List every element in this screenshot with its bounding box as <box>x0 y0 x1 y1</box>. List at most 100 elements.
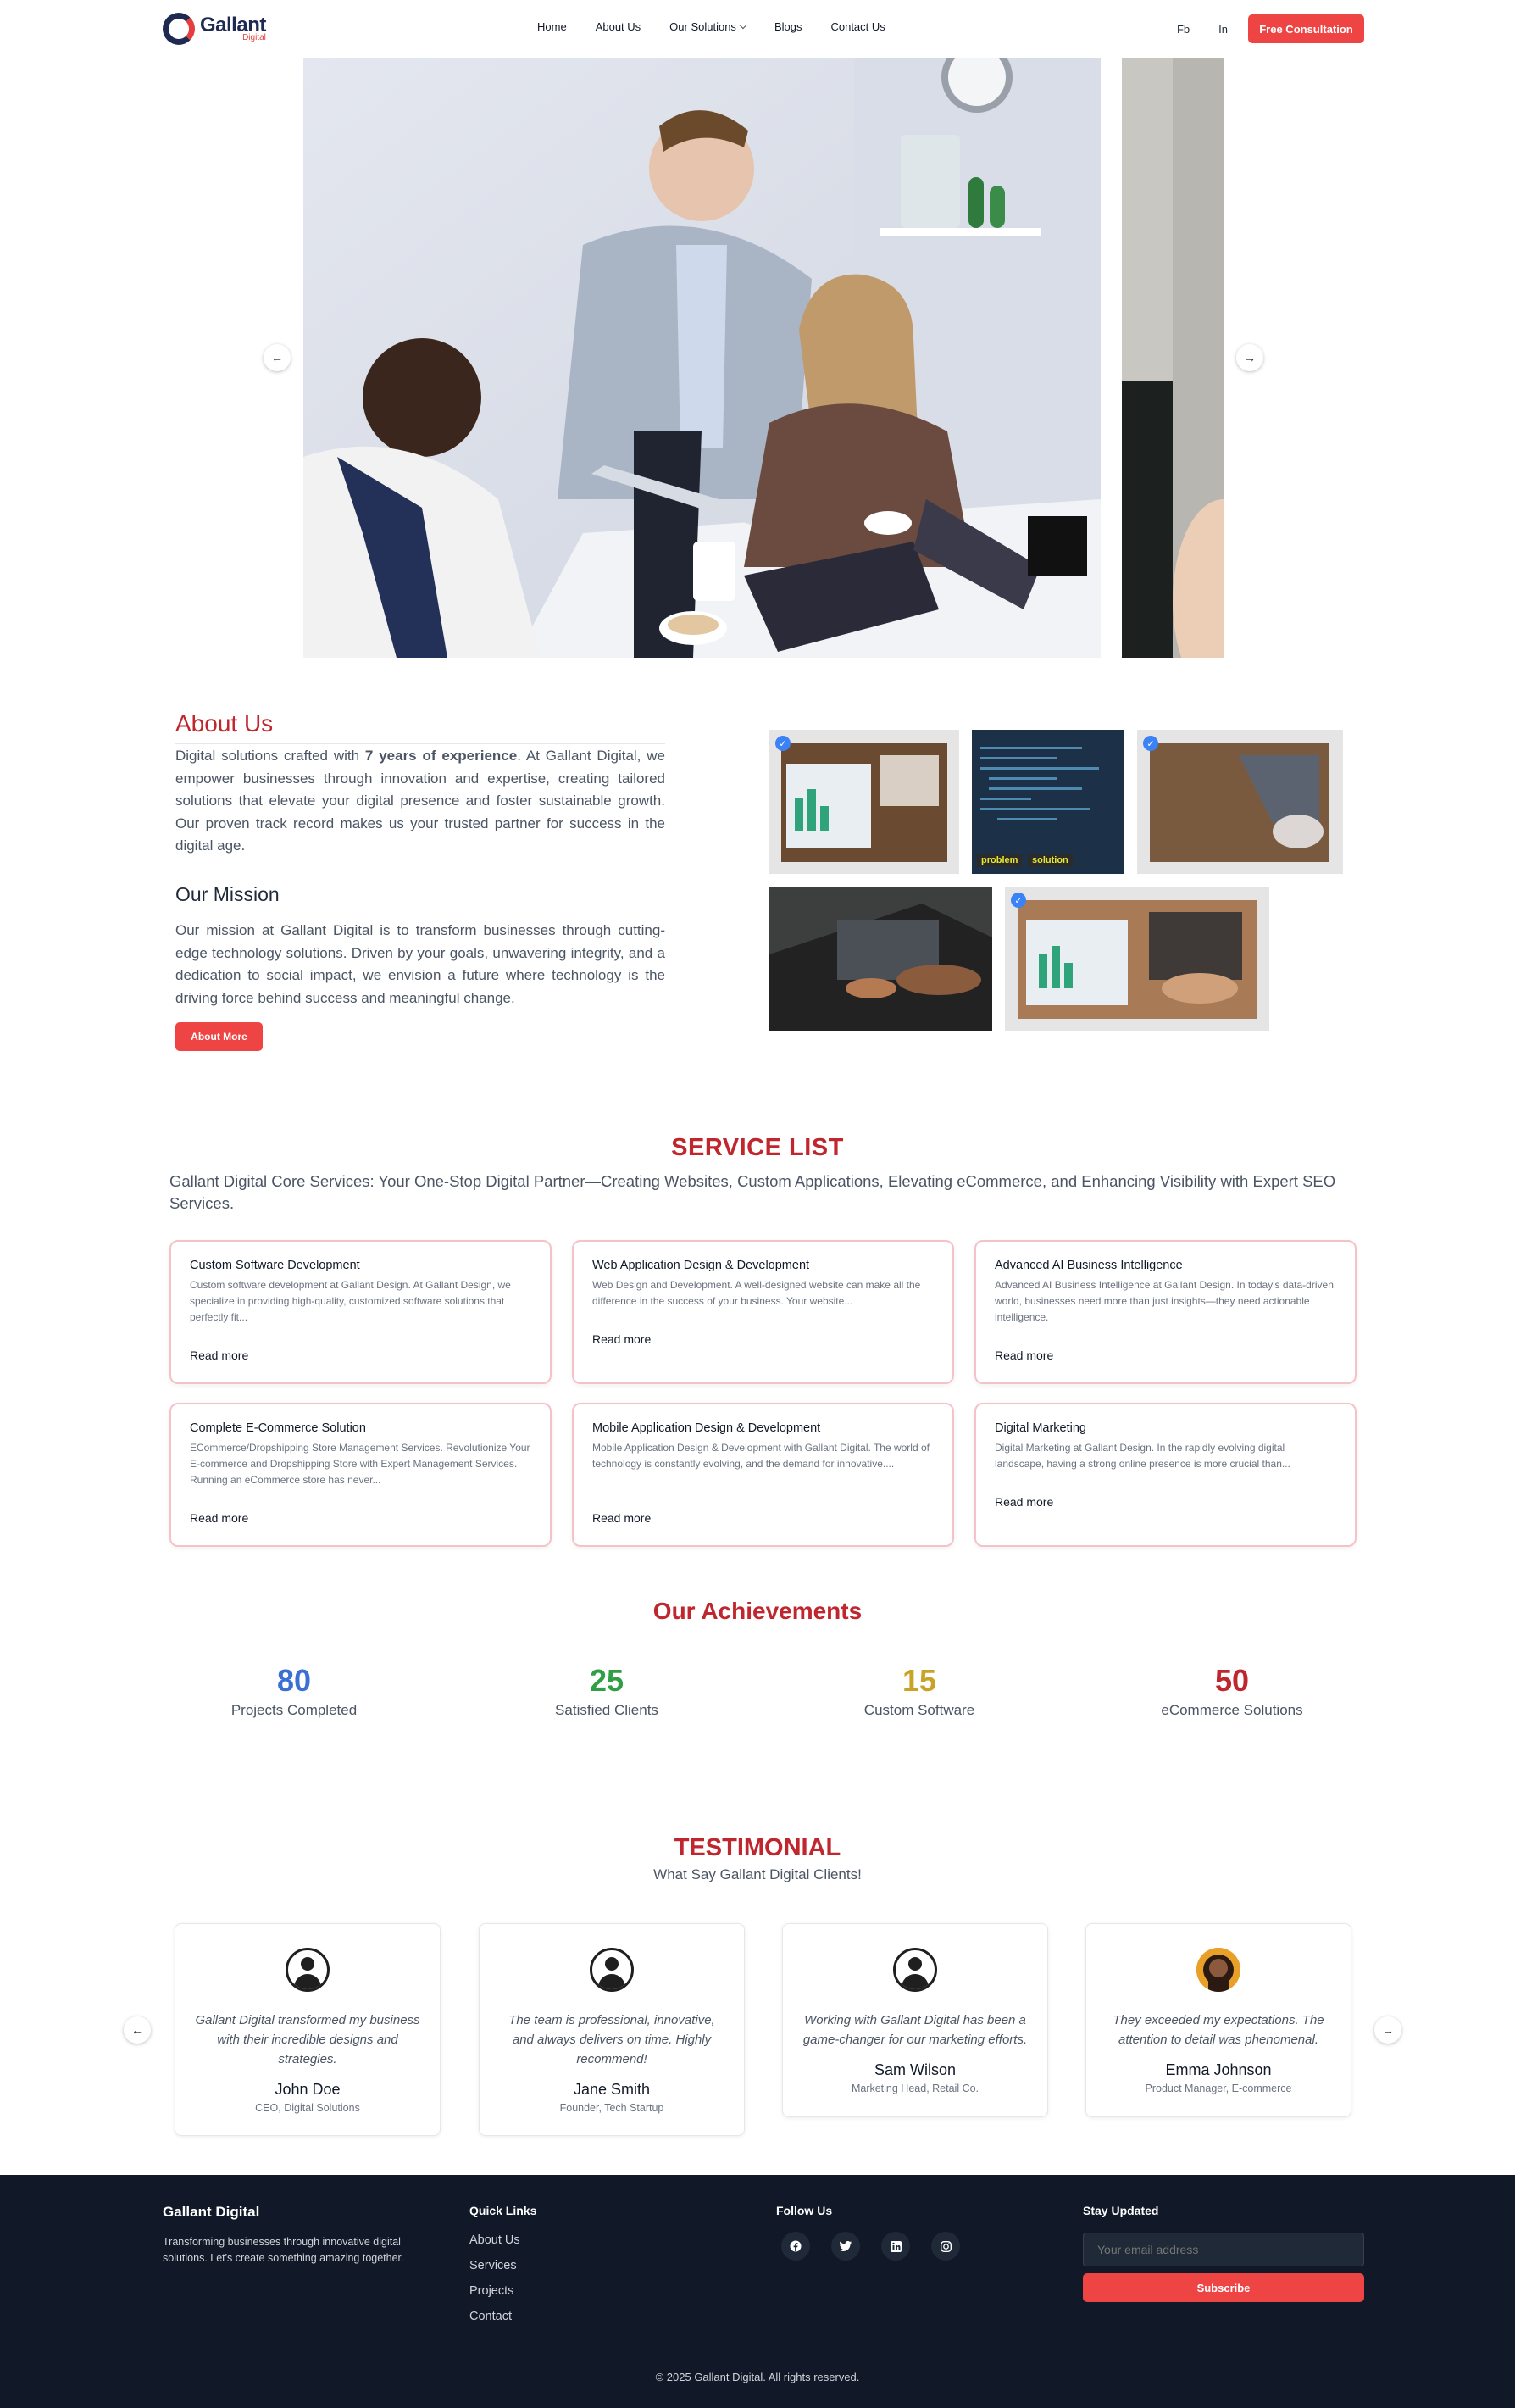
gallery-image-1[interactable]: ✓ <box>769 730 959 874</box>
read-more-link[interactable]: Read more <box>995 1495 1053 1509</box>
stat-projects-completed: 80 Projects Completed <box>167 1663 421 1719</box>
service-card-title: Complete E-Commerce Solution <box>190 1421 366 1435</box>
read-more-link[interactable]: Read more <box>190 1349 248 1362</box>
brand-logo[interactable]: Gallant Digital <box>163 12 266 46</box>
service-card-desc: Digital Marketing at Gallant Design. In … <box>995 1442 1290 1470</box>
stat-value: 50 <box>1214 1663 1250 1698</box>
stay-updated-title: Stay Updated <box>1083 2204 1159 2217</box>
gallery-image-3[interactable]: ✓ <box>1137 730 1343 874</box>
linkedin-link[interactable]: In <box>1218 23 1228 36</box>
logo-mark-icon <box>163 13 195 45</box>
about-text-bold: 7 years of experience <box>364 748 518 764</box>
chevron-down-icon <box>739 21 747 30</box>
hero-prev-arrow-icon[interactable]: ← <box>264 344 291 371</box>
testimonial-name: Jane Smith <box>573 2081 651 2098</box>
service-card[interactable]: Advanced AI Business Intelligence Advanc… <box>974 1240 1357 1384</box>
free-consultation-button[interactable]: Free Consultation <box>1248 14 1364 43</box>
service-card[interactable]: Complete E-Commerce Solution ECommerce/D… <box>169 1403 552 1547</box>
testimonial-prev-arrow-icon[interactable]: ← <box>124 2016 151 2044</box>
linkedin-icon[interactable] <box>881 2232 910 2261</box>
nav-home[interactable]: Home <box>537 20 567 33</box>
hero-next-slide-image <box>1122 58 1224 658</box>
footer-link-projects[interactable]: Projects <box>469 2284 513 2298</box>
check-badge-icon: ✓ <box>1011 893 1026 908</box>
solution-tag: solution <box>1028 854 1073 867</box>
email-input[interactable] <box>1083 2233 1364 2266</box>
read-more-link[interactable]: Read more <box>190 1511 248 1525</box>
testimonial-quote: The team is professional, innovative, an… <box>508 2013 715 2066</box>
stat-label: Projects Completed <box>230 1702 358 1718</box>
stat-value: 80 <box>276 1663 312 1698</box>
read-more-link[interactable]: Read more <box>592 1332 651 1346</box>
testimonial-subtitle: What Say Gallant Digital Clients! <box>653 1866 862 1882</box>
stat-value: 25 <box>589 1663 624 1698</box>
instagram-icon[interactable] <box>931 2232 960 2261</box>
about-more-button[interactable]: About More <box>175 1022 263 1051</box>
footer-link-about-us[interactable]: About Us <box>469 2233 520 2247</box>
service-card[interactable]: Web Application Design & Development Web… <box>572 1240 954 1384</box>
nav-about-us[interactable]: About Us <box>596 20 641 33</box>
read-more-link[interactable]: Read more <box>995 1349 1053 1362</box>
stat-label: eCommerce Solutions <box>1161 1702 1303 1718</box>
testimonial-role: Product Manager, E-commerce <box>1145 2083 1292 2094</box>
stat-ecommerce-solutions: 50 eCommerce Solutions <box>1105 1663 1359 1719</box>
testimonial-card: Working with Gallant Digital has been a … <box>782 1923 1048 2117</box>
services-title: SERVICE LIST <box>671 1134 844 1161</box>
user-avatar-icon <box>286 1948 330 1992</box>
testimonial-card: Gallant Digital transformed my business … <box>175 1923 441 2136</box>
testimonial-name: Sam Wilson <box>874 2061 957 2078</box>
hero-next-arrow-icon[interactable]: → <box>1236 344 1263 371</box>
follow-us-title: Follow Us <box>776 2204 833 2217</box>
testimonial-name: John Doe <box>275 2081 341 2098</box>
quick-links-title: Quick Links <box>469 2204 537 2217</box>
testimonial-card: The team is professional, innovative, an… <box>479 1923 745 2136</box>
testimonial-title: TESTIMONIAL <box>674 1834 841 1861</box>
about-text: Digital solutions crafted with 7 years o… <box>175 745 665 858</box>
mission-text: Our mission at Gallant Digital is to tra… <box>175 922 665 1006</box>
service-card-desc: Advanced AI Business Intelligence at Gal… <box>995 1279 1334 1323</box>
nav-right: Fb In Free Consultation <box>1177 14 1364 43</box>
check-badge-icon: ✓ <box>1143 736 1158 751</box>
testimonial-role: Marketing Head, Retail Co. <box>851 2083 979 2094</box>
testimonial-quote: Gallant Digital transformed my business … <box>195 2013 420 2066</box>
copyright-text: © 2025 Gallant Digital. All rights reser… <box>655 2371 860 2383</box>
services-subtitle: Gallant Digital Core Services: Your One-… <box>169 1172 1336 1212</box>
gallery-image-5[interactable]: ✓ <box>1005 887 1269 1031</box>
read-more-link[interactable]: Read more <box>592 1511 651 1525</box>
testimonial-next-arrow-icon[interactable]: → <box>1374 2016 1401 2044</box>
service-card-title: Custom Software Development <box>190 1259 360 1272</box>
about-divider <box>175 743 665 744</box>
twitter-icon[interactable] <box>831 2232 860 2261</box>
stat-label: Custom Software <box>863 1702 975 1718</box>
user-avatar-icon <box>590 1948 634 1992</box>
testimonial-card: They exceeded my expectations. The atten… <box>1085 1923 1351 2117</box>
service-card[interactable]: Digital Marketing Digital Marketing at G… <box>974 1403 1357 1547</box>
check-badge-icon: ✓ <box>775 736 791 751</box>
service-card-desc: Web Design and Development. A well-desig… <box>592 1279 921 1307</box>
user-photo-avatar <box>1196 1948 1240 1992</box>
user-avatar-icon <box>893 1948 937 1992</box>
hero-slide-image <box>303 58 1101 658</box>
service-card-title: Mobile Application Design & Development <box>592 1421 821 1435</box>
facebook-icon[interactable] <box>781 2232 810 2261</box>
logo-text: Gallant Digital <box>200 15 266 42</box>
footer-brand: Gallant Digital <box>163 2204 260 2220</box>
about-title: About Us <box>175 710 274 737</box>
gallery-image-2[interactable]: problem solution <box>972 730 1124 874</box>
main-menu: Home About Us Our Solutions Blogs Contac… <box>537 20 885 33</box>
nav-blogs[interactable]: Blogs <box>774 20 802 33</box>
footer-link-contact[interactable]: Contact <box>469 2310 512 2323</box>
service-card[interactable]: Mobile Application Design & Development … <box>572 1403 954 1547</box>
nav-our-solutions[interactable]: Our Solutions <box>669 20 747 33</box>
testimonial-role: Founder, Tech Startup <box>559 2102 664 2114</box>
about-text-start: Digital solutions crafted with <box>175 748 365 764</box>
service-card[interactable]: Custom Software Development Custom softw… <box>169 1240 552 1384</box>
subscribe-button[interactable]: Subscribe <box>1083 2273 1364 2302</box>
service-card-desc: Mobile Application Design & Development … <box>592 1442 930 1470</box>
nav-contact-us[interactable]: Contact Us <box>830 20 885 33</box>
nav-our-solutions-label: Our Solutions <box>669 20 736 33</box>
service-card-desc: ECommerce/Dropshipping Store Management … <box>190 1442 530 1486</box>
facebook-link[interactable]: Fb <box>1177 23 1190 36</box>
footer-link-services[interactable]: Services <box>469 2259 517 2272</box>
gallery-image-4[interactable] <box>769 887 992 1031</box>
